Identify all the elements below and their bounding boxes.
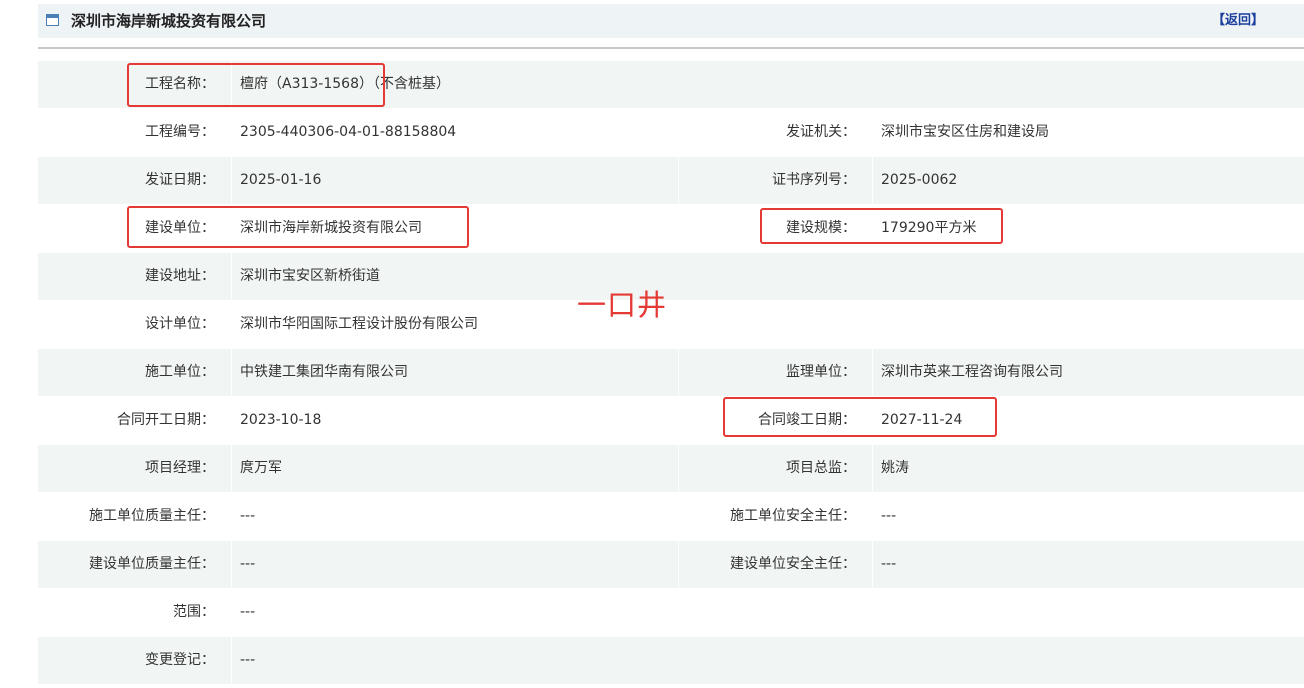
table-row-design-unit: 设计单位： 深圳市华阳国际工程设计股份有限公司 xyxy=(38,301,1304,349)
table-row-owner-supervisors: 建设单位质量主任： --- 建设单位安全主任： --- xyxy=(38,541,1304,589)
table-row-contractor-supervisors: 施工单位质量主任： --- 施工单位安全主任： --- xyxy=(38,493,1304,541)
contract-completion-value: 2027-11-24 xyxy=(881,412,963,428)
header-divider xyxy=(38,47,1304,49)
owner-quality-label: 建设单位质量主任： xyxy=(89,556,215,572)
certificate-serial-value: 2025-0062 xyxy=(881,172,958,188)
back-link[interactable]: 【返回】 xyxy=(1212,4,1264,38)
table-row-managers: 项目经理： 庹万军 项目总监： 姚涛 xyxy=(38,445,1304,493)
owner-safety-label: 建设单位安全主任： xyxy=(730,556,856,572)
contractor-safety-value: --- xyxy=(881,508,897,524)
owner-safety-value: --- xyxy=(881,556,897,572)
issuing-authority-label: 发证机关： xyxy=(786,124,856,140)
contractor-value: 中铁建工集团华南有限公司 xyxy=(240,364,408,380)
table-row-construction-address: 建设地址： 深圳市宝安区新桥街道 xyxy=(38,253,1304,301)
contractor-quality-label: 施工单位质量主任： xyxy=(89,508,215,524)
table-row-change-registration: 变更登记： --- xyxy=(38,637,1304,685)
change-registration-label: 变更登记： xyxy=(145,652,215,668)
construction-address-value: 深圳市宝安区新桥街道 xyxy=(240,268,380,284)
contractor-safety-label: 施工单位安全主任： xyxy=(730,508,856,524)
table-row-project-number: 工程编号： 2305-440306-04-01-88158804 发证机关： 深… xyxy=(38,109,1304,157)
certificate-serial-label: 证书序列号： xyxy=(772,172,856,188)
table-row-issue-date: 发证日期： 2025-01-16 证书序列号： 2025-0062 xyxy=(38,157,1304,205)
chief-supervisor-label: 项目总监： xyxy=(786,460,856,476)
table-row-contractor: 施工单位： 中铁建工集团华南有限公司 监理单位： 深圳市英来工程咨询有限公司 xyxy=(38,349,1304,397)
construction-address-label: 建设地址： xyxy=(145,268,215,284)
project-name-value: 檀府（A313-1568）（不含桩基） xyxy=(240,76,450,92)
issue-date-value: 2025-01-16 xyxy=(240,172,322,188)
scope-label: 范围： xyxy=(173,604,215,620)
contract-completion-label: 合同竣工日期： xyxy=(758,412,856,428)
project-info-table: 工程名称： 檀府（A313-1568）（不含桩基） 工程编号： 2305-440… xyxy=(38,61,1304,685)
handwritten-annotation: 一口井 xyxy=(577,288,668,322)
supervisor-unit-label: 监理单位： xyxy=(786,364,856,380)
table-row-project-name: 工程名称： 檀府（A313-1568）（不含桩基） xyxy=(38,61,1304,109)
project-manager-value: 庹万军 xyxy=(240,460,282,476)
table-row-scope: 范围： --- xyxy=(38,589,1304,637)
issue-date-label: 发证日期： xyxy=(145,172,215,188)
project-number-label: 工程编号： xyxy=(145,124,215,140)
window-icon xyxy=(46,14,59,26)
design-unit-label: 设计单位： xyxy=(145,316,215,332)
scope-value: --- xyxy=(240,604,256,620)
contractor-quality-value: --- xyxy=(240,508,256,524)
page-header: 深圳市海岸新城投资有限公司 【返回】 xyxy=(38,4,1304,38)
issuing-authority-value: 深圳市宝安区住房和建设局 xyxy=(881,124,1049,140)
construction-scale-value: 179290平方米 xyxy=(881,220,977,236)
project-number-value: 2305-440306-04-01-88158804 xyxy=(240,124,457,140)
supervisor-unit-value: 深圳市英来工程咨询有限公司 xyxy=(881,364,1063,380)
design-unit-value: 深圳市华阳国际工程设计股份有限公司 xyxy=(240,316,478,332)
project-manager-label: 项目经理： xyxy=(145,460,215,476)
page-title: 深圳市海岸新城投资有限公司 xyxy=(71,12,267,30)
contract-start-value: 2023-10-18 xyxy=(240,412,322,428)
construction-unit-value: 深圳市海岸新城投资有限公司 xyxy=(240,220,422,236)
chief-supervisor-value: 姚涛 xyxy=(881,460,909,476)
change-registration-value: --- xyxy=(240,652,256,668)
table-row-construction-unit: 建设单位： 深圳市海岸新城投资有限公司 建设规模： 179290平方米 xyxy=(38,205,1304,253)
project-name-label: 工程名称： xyxy=(145,76,215,92)
owner-quality-value: --- xyxy=(240,556,256,572)
contract-start-label: 合同开工日期： xyxy=(117,412,215,428)
contractor-label: 施工单位： xyxy=(145,364,215,380)
construction-unit-label: 建设单位： xyxy=(145,220,215,236)
construction-scale-label: 建设规模： xyxy=(786,220,856,236)
table-row-contract-dates: 合同开工日期： 2023-10-18 合同竣工日期： 2027-11-24 xyxy=(38,397,1304,445)
